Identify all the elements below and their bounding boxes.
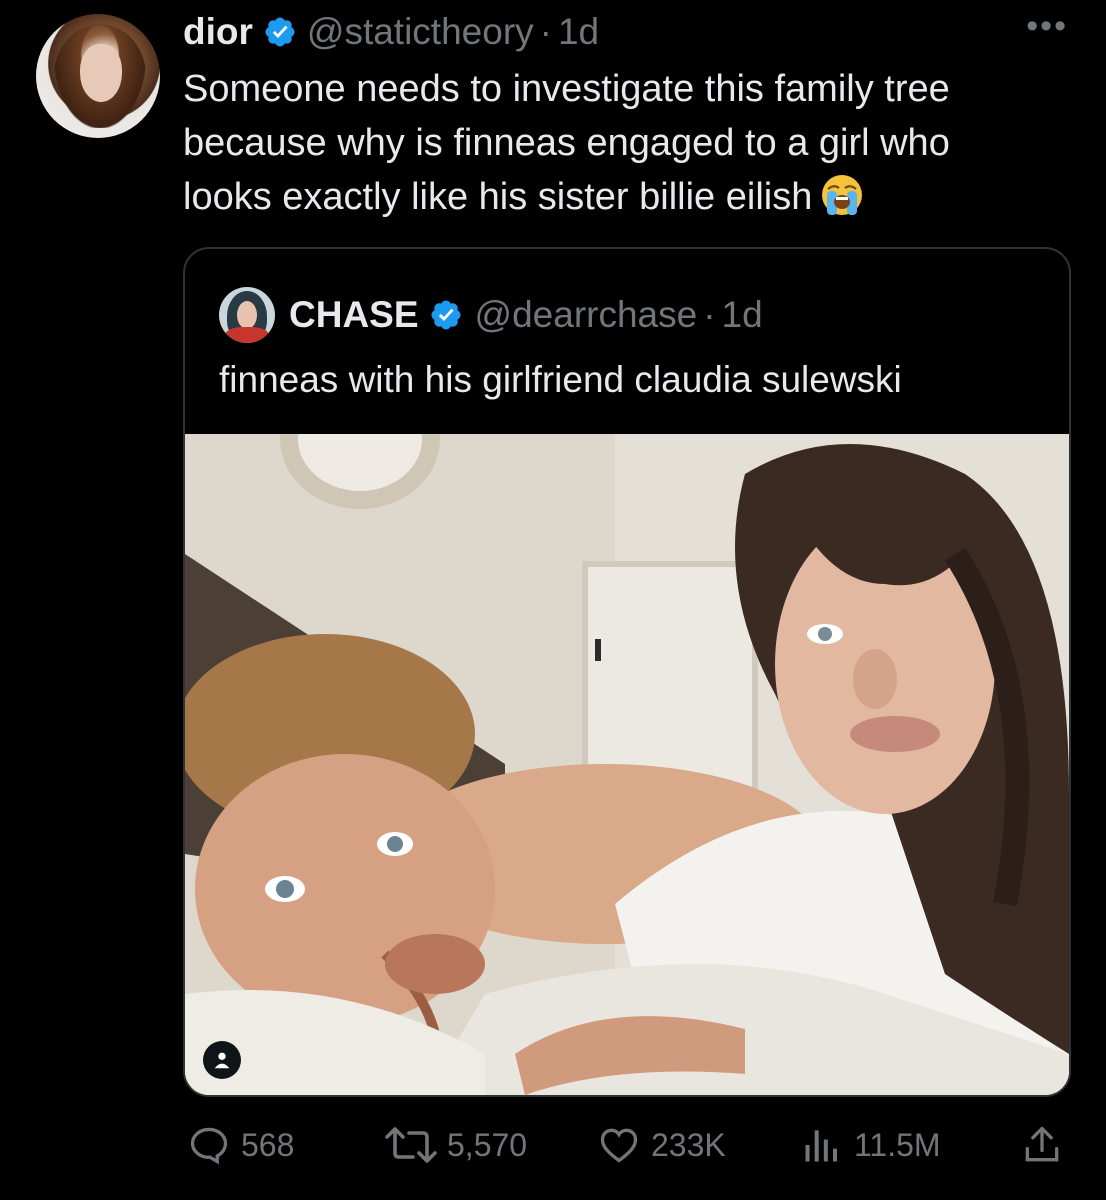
retweet-button[interactable]: 5,570: [385, 1123, 527, 1167]
views-button[interactable]: 11.5M: [800, 1123, 941, 1167]
tweet-text-line: Someone needs to investigate this family…: [183, 68, 950, 110]
tweet-text-line: because why is finneas engaged to a girl…: [183, 122, 950, 164]
retweet-icon: [385, 1127, 437, 1163]
time-separator: ·: [703, 294, 716, 335]
quoted-avatar-face: [237, 301, 257, 329]
analytics-icon: [805, 1130, 838, 1162]
quoted-author-avatar[interactable]: [219, 287, 275, 343]
author-avatar[interactable]: [36, 14, 160, 138]
tweet-header: dior @statictheory · 1d: [183, 8, 599, 56]
quoted-tweet-text: finneas with his girlfriend claudia sule…: [219, 359, 902, 400]
quoted-author-display-name[interactable]: CHASE: [289, 294, 419, 336]
reply-button[interactable]: 568: [187, 1123, 294, 1167]
quoted-tweet-timestamp[interactable]: 1d: [722, 294, 763, 336]
tweet-text-line: looks exactly like his sister billie eil…: [183, 170, 1083, 224]
like-button[interactable]: 233K: [597, 1123, 726, 1167]
more-options-icon[interactable]: •••: [1026, 9, 1068, 43]
retweet-count: 5,570: [447, 1126, 528, 1163]
photo-illustration: [185, 434, 1069, 1095]
avatar-face: [80, 44, 122, 102]
tweet: dior @statictheory · 1d ••• Someone need…: [0, 0, 1106, 1200]
reply-icon: [190, 1127, 228, 1165]
user-tag-icon[interactable]: [203, 1041, 241, 1079]
like-count: 233K: [651, 1126, 726, 1163]
quoted-avatar-shirt: [225, 327, 269, 343]
share-button[interactable]: [1020, 1123, 1074, 1167]
share-icon: [1025, 1126, 1059, 1162]
person-icon: [214, 1052, 230, 1069]
tweet-timestamp[interactable]: 1d: [558, 11, 599, 53]
heart-icon: [600, 1128, 638, 1163]
quoted-author-handle[interactable]: @dearrchase: [475, 294, 698, 336]
verified-badge-icon: [265, 17, 295, 47]
tweet-actions-bar: 568 5,570 233K 11.5M: [0, 1115, 1106, 1175]
quoted-tweet-card[interactable]: CHASE @dearrchase · 1d finneas with his …: [183, 247, 1071, 1097]
author-display-name[interactable]: dior: [183, 11, 253, 53]
views-count: 11.5M: [854, 1126, 941, 1163]
loudly-crying-face-icon: [822, 175, 863, 215]
tweet-text: Someone needs to investigate this family…: [183, 62, 1083, 224]
verified-badge-icon: [431, 300, 461, 330]
reply-count: 568: [241, 1126, 295, 1163]
author-handle[interactable]: @statictheory: [307, 11, 534, 53]
time-separator: ·: [539, 11, 552, 52]
quoted-tweet-header: CHASE @dearrchase · 1d: [219, 287, 763, 343]
quoted-tweet-photo[interactable]: [185, 434, 1069, 1095]
